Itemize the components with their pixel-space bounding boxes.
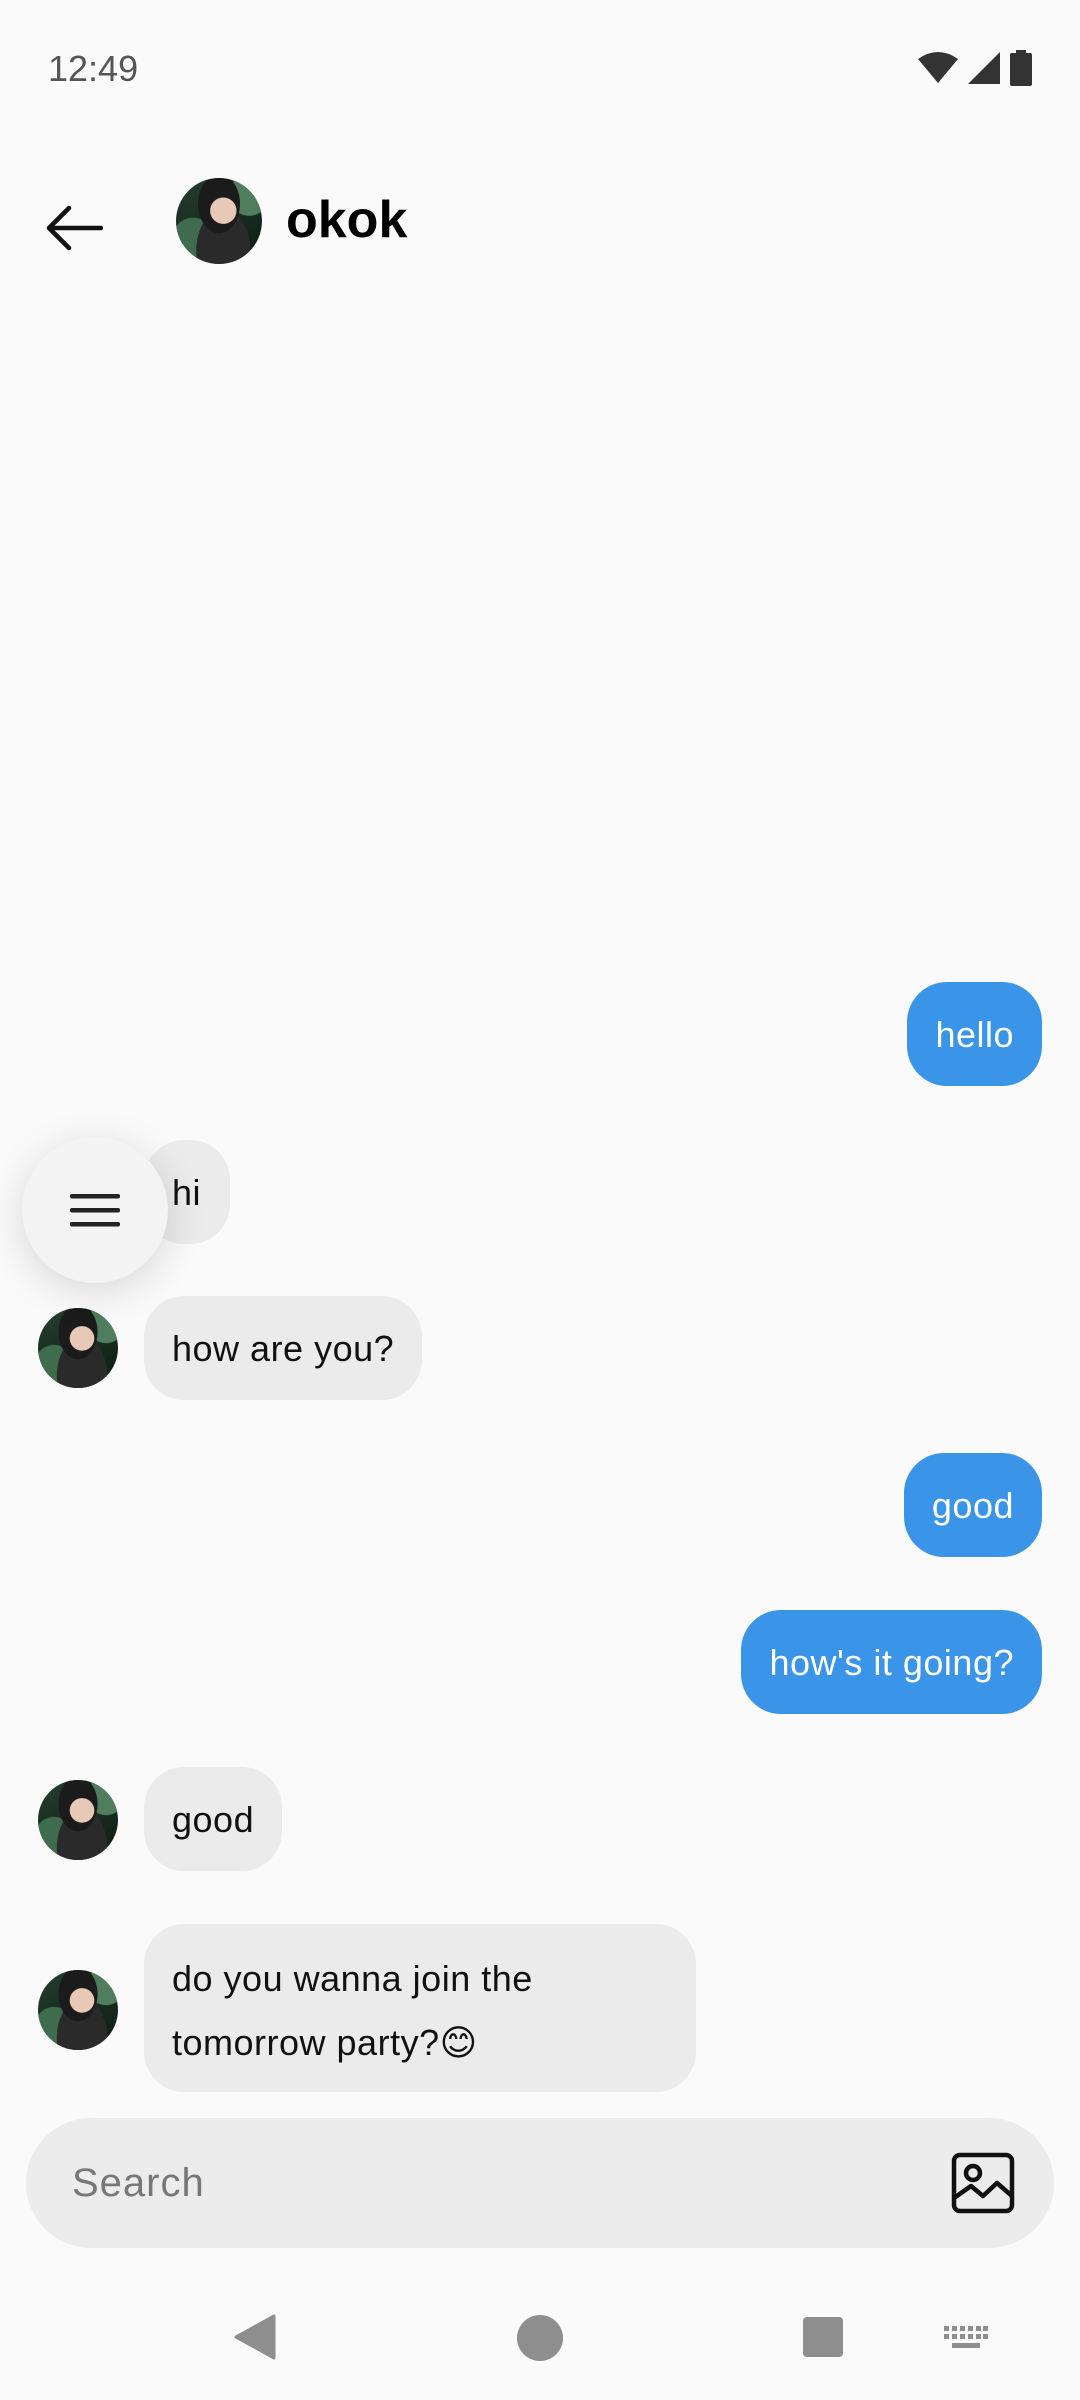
home-circle-icon[interactable]: [516, 2314, 564, 2362]
message-text: how's it going?: [769, 1641, 1014, 1683]
search-input[interactable]: [72, 2118, 872, 2248]
status-bar: 12:49: [0, 0, 1080, 140]
image-attach-button[interactable]: [948, 2148, 1018, 2218]
message-text: how are you?: [172, 1327, 395, 1369]
message-composer: [26, 2118, 1054, 2248]
arrow-left-icon: [46, 205, 103, 251]
message-text: hi: [172, 1171, 202, 1213]
status-time: 12:49: [48, 48, 139, 89]
battery-icon: [1010, 50, 1032, 86]
navigation-bar: [0, 2270, 1080, 2400]
message-bubble-sent[interactable]: hello: [907, 982, 1042, 1086]
message-avatar[interactable]: [38, 1970, 118, 2050]
message-bubble-received[interactable]: good: [144, 1767, 283, 1871]
message-avatar[interactable]: [38, 1780, 118, 1860]
recents-square-icon[interactable]: [802, 2316, 844, 2358]
message-avatar[interactable]: [38, 1308, 118, 1388]
message-text: hello: [935, 1013, 1014, 1055]
contact-avatar[interactable]: [176, 178, 262, 264]
status-icons: [918, 50, 1032, 86]
wifi-icon: [918, 52, 958, 83]
signal-icon: [968, 52, 1000, 84]
back-button[interactable]: [34, 188, 114, 268]
contact-name: okok: [286, 191, 408, 249]
message-bubble-received[interactable]: how are you?: [144, 1296, 423, 1400]
chat-header: okok: [0, 160, 1080, 290]
message-bubble-sent[interactable]: how's it going?: [741, 1610, 1042, 1714]
message-text: good: [172, 1798, 255, 1840]
message-bubble-sent[interactable]: good: [903, 1453, 1042, 1557]
back-triangle-icon[interactable]: [234, 2314, 278, 2360]
keyboard-icon[interactable]: [944, 2326, 988, 2350]
message-text: good: [931, 1484, 1014, 1526]
message-bubble-received[interactable]: do you wanna join the tomorrow party?😊: [144, 1924, 696, 2092]
menu-icon: [70, 1194, 120, 1227]
menu-fab[interactable]: [22, 1137, 168, 1283]
image-icon: [951, 2152, 1015, 2214]
message-text: do you wanna join the tomorrow party?😊: [172, 1957, 533, 2063]
